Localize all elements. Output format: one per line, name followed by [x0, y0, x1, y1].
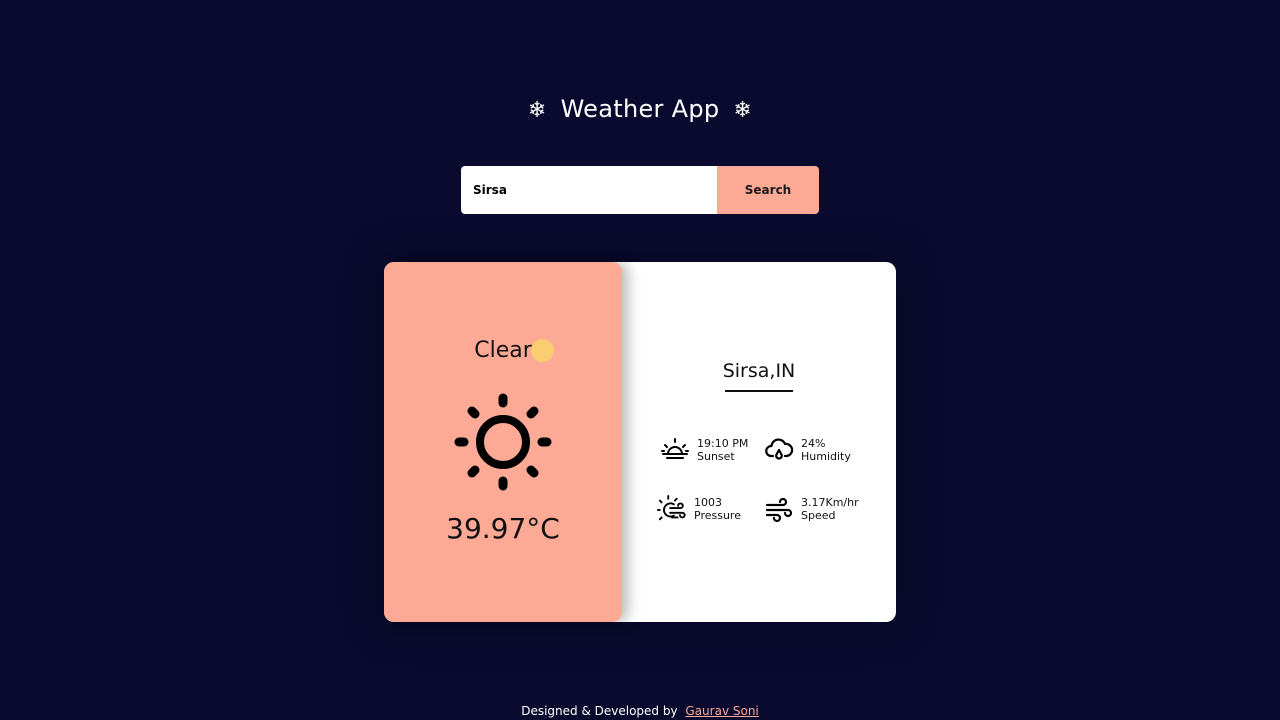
city-underline	[725, 390, 793, 392]
author-link[interactable]: Gaurav Soni	[685, 704, 758, 718]
temperature: 39.97°C	[446, 512, 560, 545]
snowflake-icon: ❄	[733, 98, 753, 123]
sunset-label: Sunset	[697, 450, 735, 463]
stat-humidity: 24% Humidity	[764, 434, 851, 466]
pressure-label: Pressure	[694, 509, 741, 522]
footer: Designed & Developed by Gaurav Soni	[0, 704, 1280, 718]
pressure-value: 1003	[694, 496, 722, 509]
humidity-value: 24%	[801, 437, 826, 450]
sunset-value: 19:10 PM	[697, 437, 749, 450]
speed-value: 3.17Km/hr	[801, 496, 859, 509]
footer-text: Designed & Developed by	[521, 704, 678, 718]
cursor-indicator	[531, 339, 554, 362]
weather-condition: Clear	[474, 338, 532, 363]
search-input[interactable]	[461, 166, 717, 214]
humidity-label: Humidity	[801, 450, 851, 463]
search-button[interactable]: Search	[717, 166, 819, 214]
sun-icon	[454, 393, 552, 491]
stat-sunset: 19:10 PM Sunset	[660, 434, 748, 466]
wind-icon	[765, 497, 793, 523]
sunset-icon	[661, 438, 689, 459]
snowflake-icon: ❄	[527, 98, 547, 123]
weather-card: Clear 39.97°C Sirsa,IN 19:10 PM Sunset 2…	[384, 262, 896, 622]
speed-label: Speed	[801, 509, 836, 522]
app-title: ❄ Weather App ❄	[0, 95, 1280, 123]
condition-panel: Clear 39.97°C	[384, 262, 622, 622]
pressure-icon	[657, 494, 686, 521]
stat-speed: 3.17Km/hr Speed	[764, 493, 859, 525]
stat-pressure: 1003 Pressure	[657, 493, 741, 525]
city-name: Sirsa,IN	[722, 360, 796, 382]
app-title-text: Weather App	[560, 95, 720, 123]
search-bar: Search	[461, 166, 819, 214]
page: ❄ Weather App ❄ Search Clear	[0, 0, 1280, 720]
humidity-icon	[765, 438, 794, 460]
